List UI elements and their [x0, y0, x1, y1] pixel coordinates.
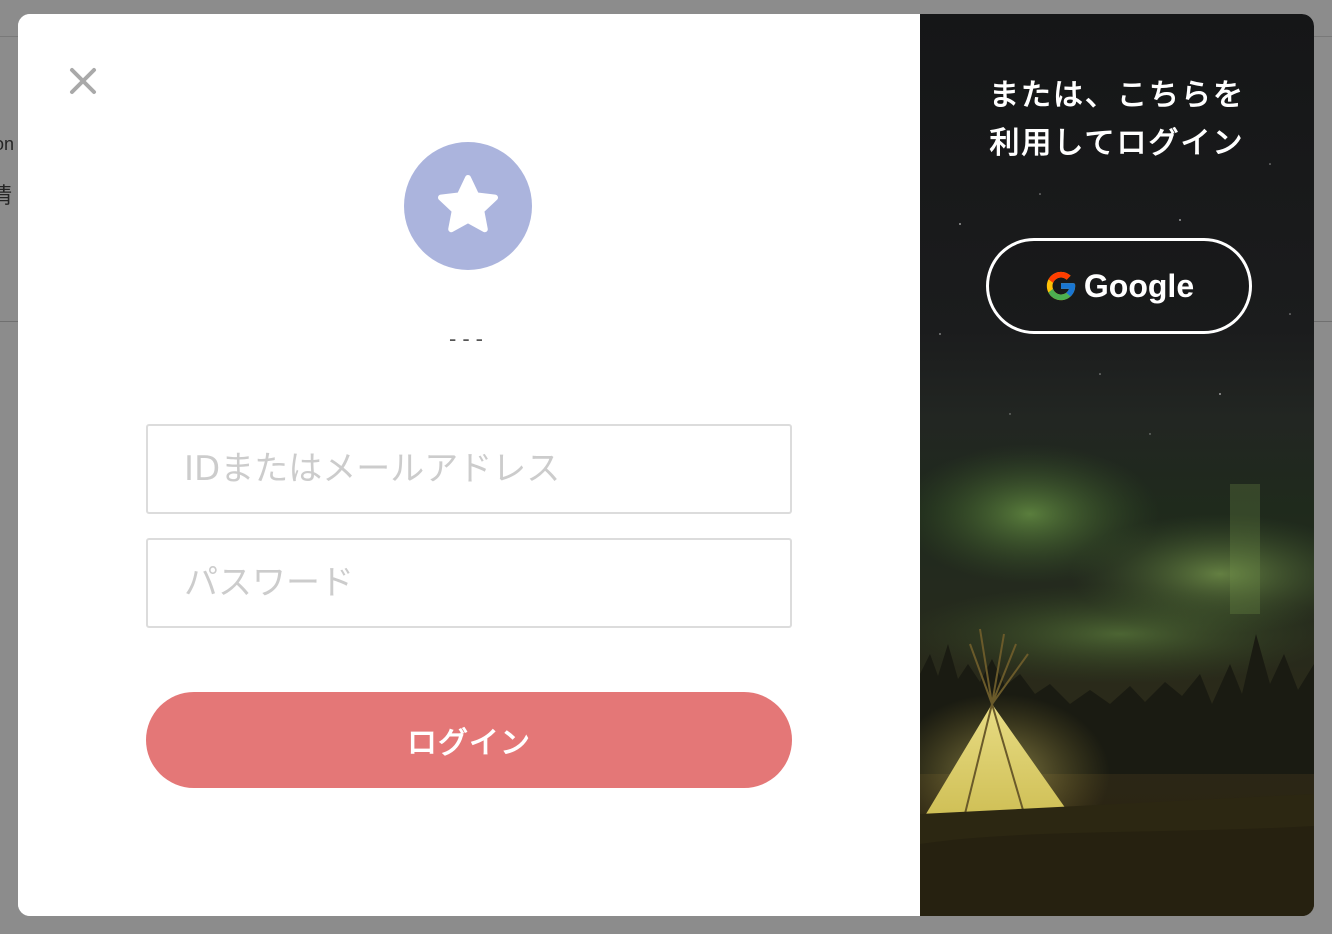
close-button[interactable] [64, 62, 102, 100]
login-button[interactable]: ログイン [146, 692, 792, 788]
password-input[interactable] [146, 538, 792, 628]
google-login-button[interactable]: Google [986, 238, 1252, 334]
social-login-panel: または、こちらを 利用してログイン Google [920, 14, 1314, 916]
username-label: --- [449, 326, 489, 351]
close-icon [70, 68, 96, 94]
google-button-label: Google [1083, 267, 1195, 304]
star-icon [438, 175, 498, 233]
login-modal: --- ログイン [18, 14, 1314, 916]
avatar [404, 142, 532, 270]
login-form-panel: --- ログイン [18, 14, 920, 916]
social-login-title: または、こちらを 利用してログイン [989, 78, 1245, 161]
id-or-email-input[interactable] [146, 424, 792, 514]
google-icon [1046, 271, 1076, 301]
